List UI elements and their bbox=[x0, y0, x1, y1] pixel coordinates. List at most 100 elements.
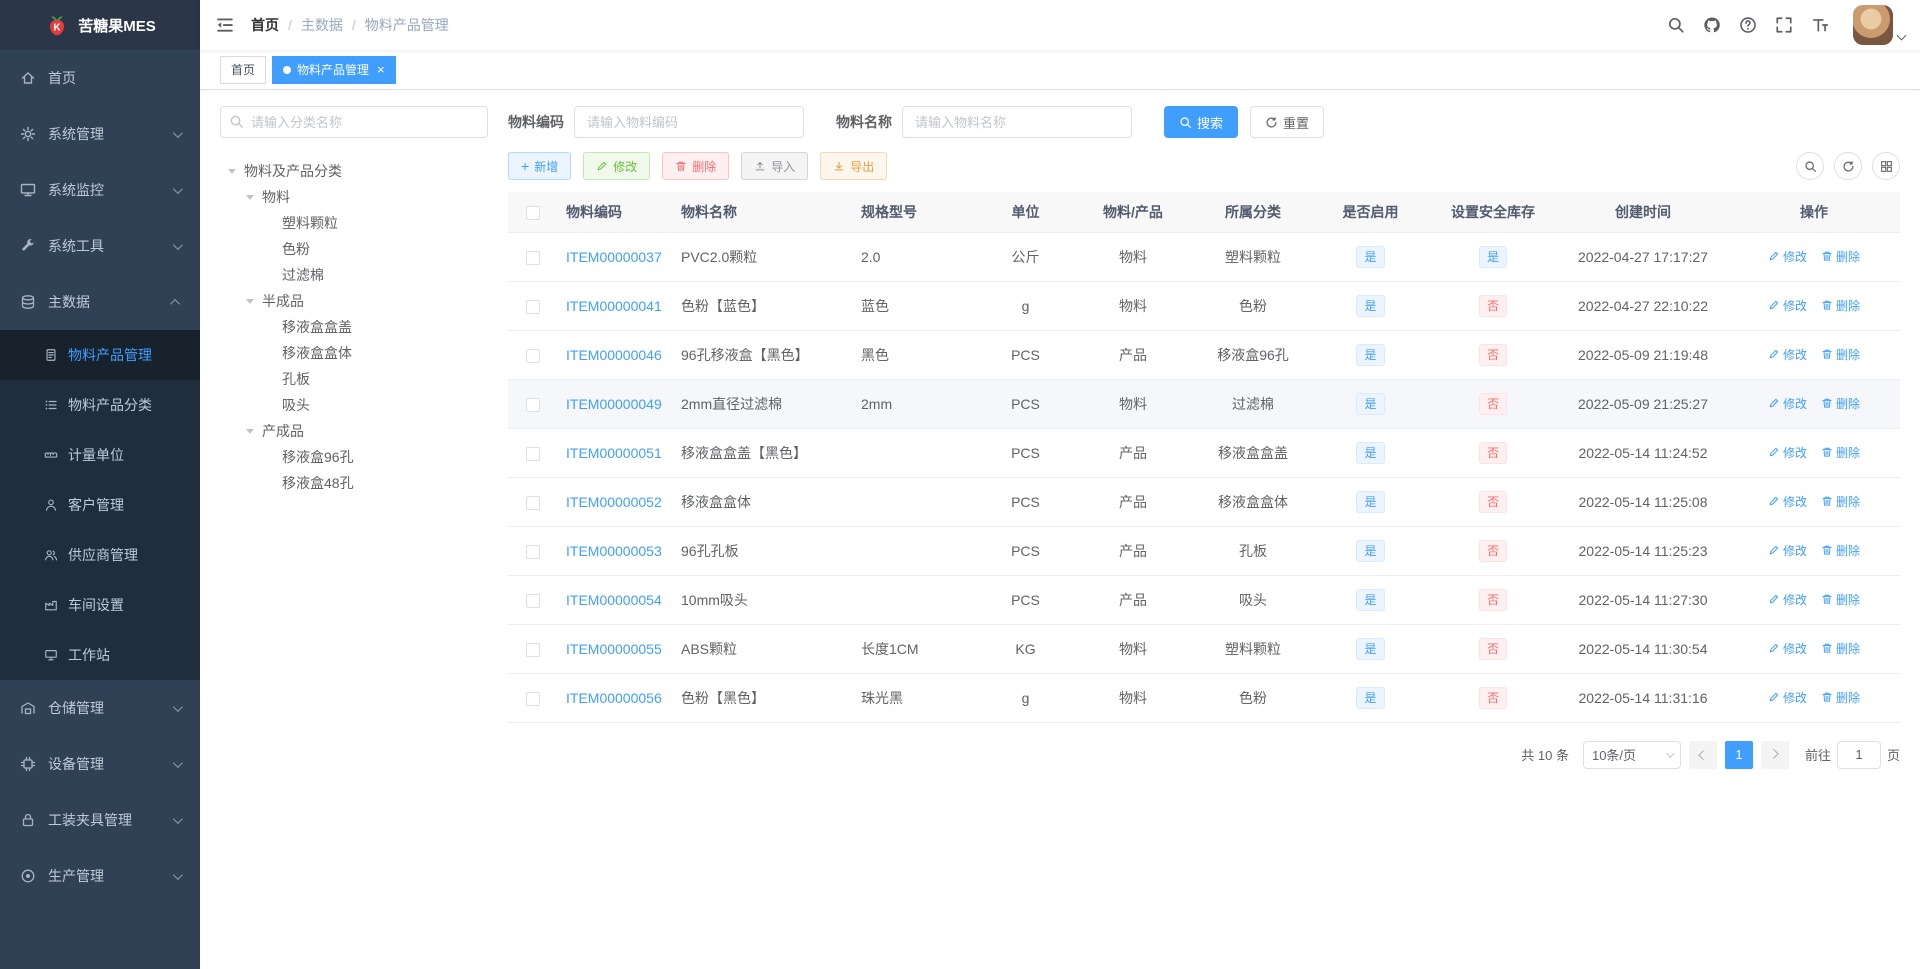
help-icon[interactable] bbox=[1739, 16, 1757, 34]
sidebar-item-fixture-management[interactable]: 工装夹具管理 bbox=[0, 792, 200, 848]
sidebar-item-supplier-management[interactable]: 供应商管理 bbox=[0, 530, 200, 580]
table-row[interactable]: ITEM00000037 PVC2.0颗粒 2.0 公斤 物料 塑料颗粒 是 是… bbox=[508, 232, 1900, 282]
tab-material-product-management[interactable]: 物料产品管理 × bbox=[272, 55, 396, 84]
tree-node-leaf[interactable]: 移液盒96孔 bbox=[220, 444, 488, 470]
tree-node-leaf[interactable]: 塑料颗粒 bbox=[220, 210, 488, 236]
delete-link[interactable]: 删除 bbox=[1821, 395, 1860, 412]
row-checkbox[interactable] bbox=[526, 446, 540, 461]
material-code-link[interactable]: ITEM00000052 bbox=[566, 494, 662, 510]
caret-down-icon[interactable] bbox=[246, 194, 254, 200]
sidebar-item-device-management[interactable]: 设备管理 bbox=[0, 736, 200, 792]
sidebar-item-system-management[interactable]: 系统管理 bbox=[0, 106, 200, 162]
row-checkbox[interactable] bbox=[526, 642, 540, 657]
delete-button[interactable]: 删除 bbox=[662, 152, 730, 180]
delete-link[interactable]: 删除 bbox=[1821, 689, 1860, 706]
select-all-checkbox[interactable] bbox=[526, 205, 540, 220]
tree-node-material[interactable]: 物料 bbox=[220, 184, 488, 210]
material-code-link[interactable]: ITEM00000049 bbox=[566, 396, 662, 412]
columns-toggle-button[interactable] bbox=[1872, 152, 1900, 180]
page-size-select[interactable]: 10条/页 bbox=[1582, 740, 1681, 769]
material-code-link[interactable]: ITEM00000037 bbox=[566, 249, 662, 265]
edit-link[interactable]: 修改 bbox=[1768, 689, 1807, 706]
delete-link[interactable]: 删除 bbox=[1821, 493, 1860, 510]
table-row[interactable]: ITEM00000053 96孔孔板 PCS 产品 孔板 是 否 2022-05… bbox=[508, 526, 1900, 576]
breadcrumb-home[interactable]: 首页 bbox=[251, 15, 279, 35]
tree-node-leaf[interactable]: 移液盒盒体 bbox=[220, 340, 488, 366]
table-row[interactable]: ITEM00000046 96孔移液盒【黑色】 黑色 PCS 产品 移液盒96孔… bbox=[508, 330, 1900, 380]
tree-node-leaf[interactable]: 色粉 bbox=[220, 236, 488, 262]
github-icon[interactable] bbox=[1703, 16, 1721, 34]
row-checkbox[interactable] bbox=[526, 397, 540, 412]
edit-link[interactable]: 修改 bbox=[1768, 346, 1807, 363]
tree-node-finished[interactable]: 产成品 bbox=[220, 418, 488, 444]
delete-link[interactable]: 删除 bbox=[1821, 346, 1860, 363]
material-code-link[interactable]: ITEM00000041 bbox=[566, 298, 662, 314]
material-name-input[interactable] bbox=[902, 106, 1132, 138]
edit-link[interactable]: 修改 bbox=[1768, 591, 1807, 608]
material-code-link[interactable]: ITEM00000046 bbox=[566, 347, 662, 363]
next-page-button[interactable] bbox=[1760, 740, 1789, 769]
sidebar-item-customer-management[interactable]: 客户管理 bbox=[0, 480, 200, 530]
toggle-search-button[interactable] bbox=[1796, 152, 1824, 180]
sidebar-item-production-management[interactable]: 生产管理 bbox=[0, 848, 200, 904]
material-code-link[interactable]: ITEM00000053 bbox=[566, 543, 662, 559]
refresh-button[interactable] bbox=[1834, 152, 1862, 180]
add-button[interactable]: + 新增 bbox=[508, 152, 572, 180]
tree-node-leaf[interactable]: 吸头 bbox=[220, 392, 488, 418]
sidebar-item-warehouse-management[interactable]: 仓储管理 bbox=[0, 680, 200, 736]
edit-link[interactable]: 修改 bbox=[1768, 297, 1807, 314]
category-search-input[interactable] bbox=[220, 106, 488, 138]
caret-down-icon[interactable] bbox=[246, 428, 254, 434]
table-row[interactable]: ITEM00000051 移液盒盒盖【黑色】 PCS 产品 移液盒盒盖 是 否 … bbox=[508, 428, 1900, 478]
edit-link[interactable]: 修改 bbox=[1768, 493, 1807, 510]
table-row[interactable]: ITEM00000052 移液盒盒体 PCS 产品 移液盒盒体 是 否 2022… bbox=[508, 477, 1900, 527]
tree-node-leaf[interactable]: 孔板 bbox=[220, 366, 488, 392]
edit-link[interactable]: 修改 bbox=[1768, 395, 1807, 412]
sidebar-item-system-tools[interactable]: 系统工具 bbox=[0, 218, 200, 274]
delete-link[interactable]: 删除 bbox=[1821, 591, 1860, 608]
table-row[interactable]: ITEM00000055 ABS颗粒 长度1CM KG 物料 塑料颗粒 是 否 … bbox=[508, 624, 1900, 674]
export-button[interactable]: 导出 bbox=[820, 152, 888, 180]
hamburger-icon[interactable] bbox=[215, 15, 235, 35]
reset-button[interactable]: 重置 bbox=[1250, 106, 1325, 138]
delete-link[interactable]: 删除 bbox=[1821, 444, 1860, 461]
sidebar-item-workstation[interactable]: 工作站 bbox=[0, 630, 200, 680]
tree-node-leaf[interactable]: 过滤棉 bbox=[220, 262, 488, 288]
row-checkbox[interactable] bbox=[526, 348, 540, 363]
search-button[interactable]: 搜索 bbox=[1164, 106, 1239, 138]
tab-home[interactable]: 首页 bbox=[220, 55, 267, 84]
material-code-link[interactable]: ITEM00000054 bbox=[566, 592, 662, 608]
material-code-link[interactable]: ITEM00000051 bbox=[566, 445, 662, 461]
page-button-1[interactable]: 1 bbox=[1724, 740, 1753, 769]
sidebar-item-master-data[interactable]: 主数据 bbox=[0, 274, 200, 330]
tree-node-semi-finished[interactable]: 半成品 bbox=[220, 288, 488, 314]
delete-link[interactable]: 删除 bbox=[1821, 640, 1860, 657]
row-checkbox[interactable] bbox=[526, 593, 540, 608]
caret-down-icon[interactable] bbox=[246, 298, 254, 304]
tree-node-leaf[interactable]: 移液盒盒盖 bbox=[220, 314, 488, 340]
avatar[interactable] bbox=[1853, 5, 1893, 45]
material-code-link[interactable]: ITEM00000055 bbox=[566, 641, 662, 657]
prev-page-button[interactable] bbox=[1688, 740, 1717, 769]
goto-page-input[interactable] bbox=[1836, 740, 1881, 769]
tree-node-root[interactable]: 物料及产品分类 bbox=[220, 158, 488, 184]
caret-down-icon[interactable] bbox=[228, 168, 236, 174]
delete-link[interactable]: 删除 bbox=[1821, 297, 1860, 314]
edit-link[interactable]: 修改 bbox=[1768, 640, 1807, 657]
edit-button[interactable]: 修改 bbox=[583, 152, 651, 180]
app-logo[interactable]: 苦糖果MES bbox=[0, 0, 200, 50]
row-checkbox[interactable] bbox=[526, 299, 540, 314]
edit-link[interactable]: 修改 bbox=[1768, 248, 1807, 265]
edit-link[interactable]: 修改 bbox=[1768, 444, 1807, 461]
row-checkbox[interactable] bbox=[526, 250, 540, 265]
table-row[interactable]: ITEM00000056 色粉【黑色】 珠光黑 g 物料 色粉 是 否 2022… bbox=[508, 673, 1900, 723]
table-row[interactable]: ITEM00000049 2mm直径过滤棉 2mm PCS 物料 过滤棉 是 否… bbox=[508, 379, 1900, 429]
sidebar-item-material-product-category[interactable]: 物料产品分类 bbox=[0, 380, 200, 430]
edit-link[interactable]: 修改 bbox=[1768, 542, 1807, 559]
user-menu[interactable] bbox=[1853, 5, 1907, 45]
tree-node-leaf[interactable]: 移液盒48孔 bbox=[220, 470, 488, 496]
sidebar-item-measure-unit[interactable]: 计量单位 bbox=[0, 430, 200, 480]
material-code-link[interactable]: ITEM00000056 bbox=[566, 690, 662, 706]
delete-link[interactable]: 删除 bbox=[1821, 248, 1860, 265]
delete-link[interactable]: 删除 bbox=[1821, 542, 1860, 559]
